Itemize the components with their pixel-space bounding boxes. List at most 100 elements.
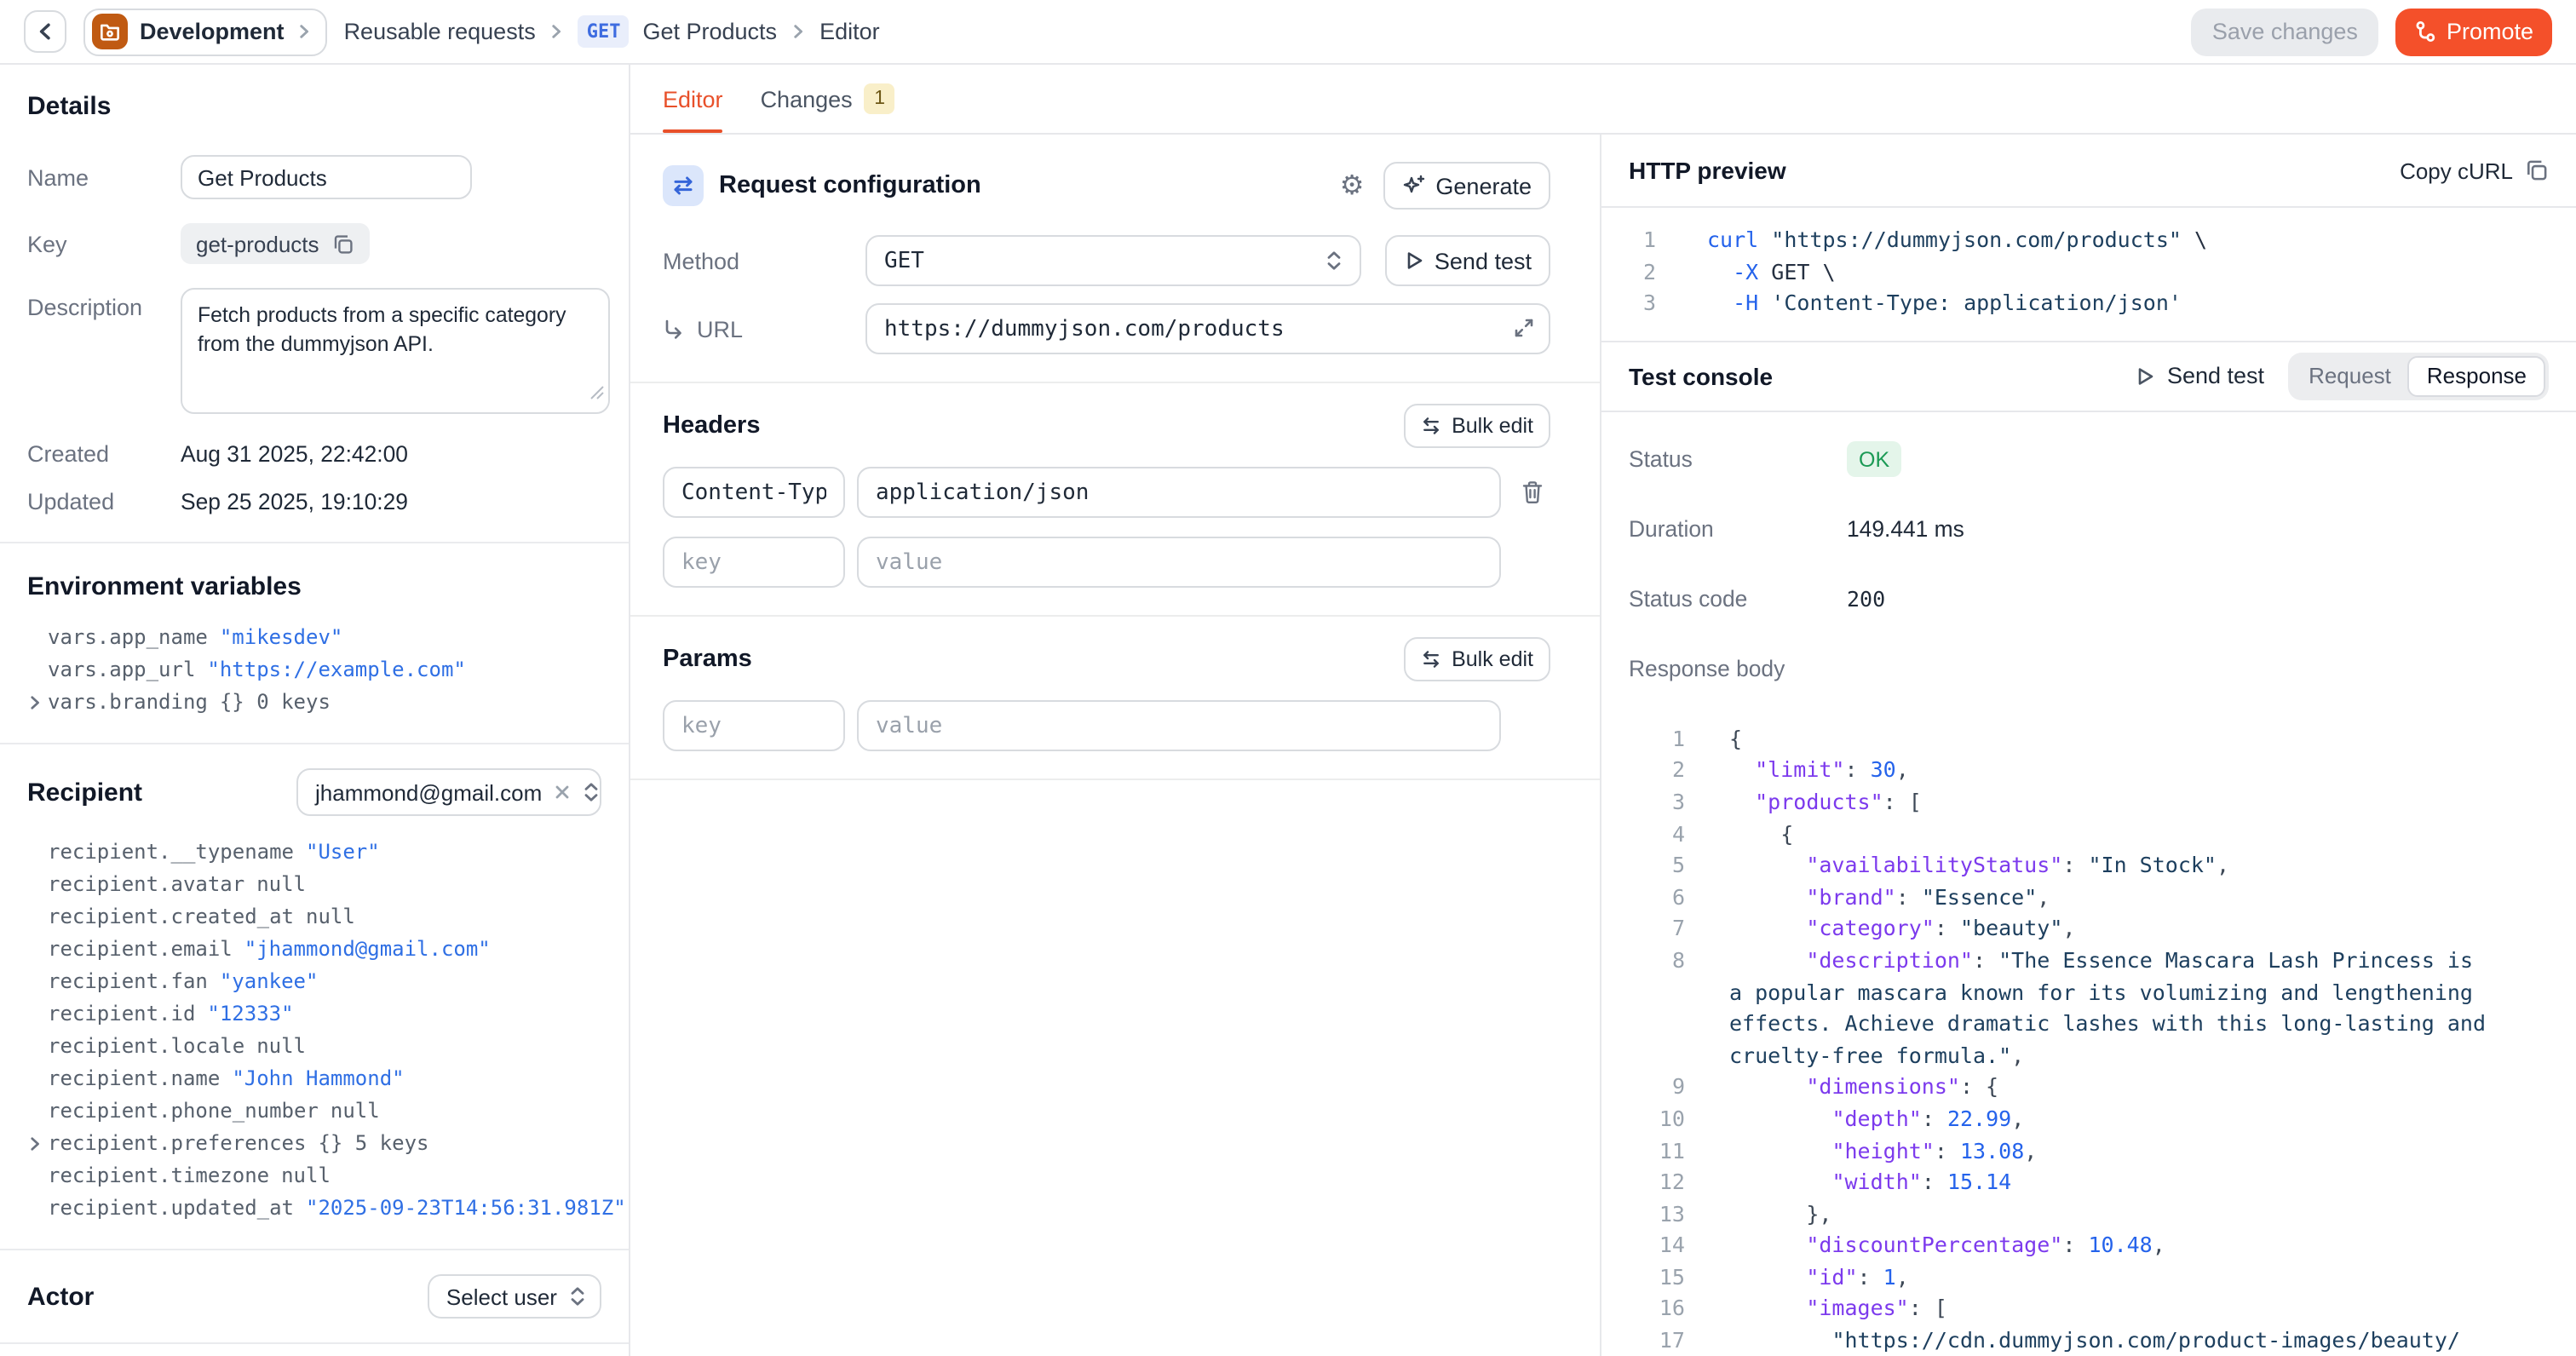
close-icon[interactable] [554, 784, 571, 801]
params-title: Params [663, 646, 752, 673]
tab-editor[interactable]: Editor [663, 65, 723, 133]
divider [0, 542, 629, 543]
url-row: URL [663, 303, 1550, 354]
code-line: 1curl "https://dummyjson.com/products" \ [1629, 225, 2549, 256]
method-select[interactable]: GET [865, 235, 1361, 286]
toggle-response[interactable]: Response [2408, 356, 2545, 397]
property-name: recipient.id [48, 998, 195, 1031]
back-button[interactable] [24, 10, 66, 53]
code-content: "id": 1, [1729, 1262, 2549, 1294]
tab-strip: Editor Changes 1 [630, 65, 2576, 135]
promote-button[interactable]: Promote [2395, 8, 2552, 55]
headers-title: Headers [663, 412, 760, 440]
description-textarea[interactable]: Fetch products from a specific category … [181, 288, 610, 414]
header-value-input[interactable] [857, 537, 1501, 588]
expander-chevron-icon[interactable] [27, 1136, 48, 1152]
generate-label: Generate [1435, 173, 1532, 198]
param-key-input[interactable] [663, 700, 845, 751]
method-label: Method [663, 248, 865, 273]
line-number: 14 [1629, 1231, 1685, 1262]
headers-section: Headers Bulk edit [630, 383, 1600, 617]
copy-curl-button[interactable]: Copy cURL [2400, 158, 2549, 183]
test-console-title: Test console [1629, 363, 2111, 390]
property-name: recipient.name [48, 1063, 220, 1095]
duration-value: 149.441 ms [1847, 517, 1964, 543]
tab-changes[interactable]: Changes 1 [761, 65, 895, 133]
expander-chevron-icon[interactable] [27, 695, 48, 710]
created-row: Created Aug 31 2025, 22:42:00 [27, 441, 601, 467]
property-value: null [256, 869, 306, 901]
header-row [663, 467, 1550, 518]
status-code-value: 200 [1847, 587, 1885, 612]
copy-key-button[interactable] [333, 233, 355, 255]
code-content: "height": 13.08, [1729, 1135, 2549, 1167]
property-row: recipient.updated_at"2025-09-23T14:56:31… [27, 1192, 601, 1225]
line-number: 16 [1629, 1294, 1685, 1325]
code-content: "images": [ [1729, 1294, 2549, 1325]
status-code-label: Status code [1629, 587, 1847, 612]
duration-row: Duration 149.441 ms [1629, 509, 2549, 550]
headers-bulk-edit-button[interactable]: Bulk edit [1404, 404, 1550, 448]
actor-select[interactable]: Select user [428, 1274, 601, 1319]
code-line: 2 -X GET \ [1629, 256, 2549, 288]
recipient-select[interactable]: jhammond@gmail.com [296, 768, 601, 816]
description-label: Description [27, 288, 181, 320]
breadcrumb-reusable-requests[interactable]: Reusable requests [344, 19, 536, 44]
gear-icon[interactable]: ⚙ [1337, 169, 1368, 203]
expand-icon[interactable] [1513, 317, 1535, 339]
recipient-properties-list: recipient.__typename"User"recipient.avat… [27, 836, 601, 1225]
main-body: Request configuration ⚙ Generate Method [630, 135, 2576, 1356]
console-send-test-button[interactable]: Send test [2135, 364, 2264, 389]
line-number: 13 [1629, 1198, 1685, 1230]
response-stats: Status OK Duration 149.441 ms Status cod… [1601, 412, 2576, 719]
property-row: recipient.phone_numbernull [27, 1095, 601, 1128]
tab-editor-label: Editor [663, 86, 723, 112]
params-section: Params Bulk edit [630, 617, 1600, 780]
details-title: Details [27, 92, 601, 121]
url-input[interactable] [865, 303, 1550, 354]
property-row: vars.app_name"mikesdev" [27, 622, 601, 654]
line-number: 5 [1629, 850, 1685, 882]
play-icon [1404, 250, 1424, 271]
promote-label: Promote [2447, 19, 2533, 44]
return-arrow-icon [663, 318, 685, 340]
header-key-input[interactable] [663, 537, 845, 588]
code-content: { [1729, 724, 2549, 756]
toggle-request[interactable]: Request [2291, 356, 2408, 397]
line-number: 2 [1629, 256, 1656, 288]
copy-icon [2525, 158, 2549, 182]
chevron-up-down-icon [583, 782, 600, 802]
params-bulk-edit-button[interactable]: Bulk edit [1404, 637, 1550, 681]
breadcrumb-request-name[interactable]: Get Products [642, 19, 777, 44]
status-label: Status [1629, 447, 1847, 473]
duration-label: Duration [1629, 517, 1847, 543]
code-line: 14 "discountPercentage": 10.48, [1629, 1231, 2549, 1262]
property-name: recipient.preferences [48, 1128, 306, 1160]
line-number: 11 [1629, 1135, 1685, 1167]
chevron-right-icon [549, 24, 565, 39]
trash-icon[interactable] [1521, 480, 1544, 504]
property-value: null [281, 1160, 331, 1192]
property-value: null [331, 1095, 380, 1128]
updated-label: Updated [27, 489, 181, 514]
save-changes-button[interactable]: Save changes [2192, 8, 2378, 55]
send-test-button[interactable]: Send test [1385, 235, 1550, 286]
details-section: Details Name Key get-products Descripti [0, 92, 629, 514]
key-badge: get-products [181, 223, 371, 264]
code-content: "category": "beauty", [1729, 914, 2549, 945]
code-line: 1{ [1629, 724, 2549, 756]
header-value-input[interactable] [857, 467, 1501, 518]
header-key-input[interactable] [663, 467, 845, 518]
generate-button[interactable]: Generate [1383, 162, 1550, 210]
name-input[interactable] [181, 155, 472, 199]
param-value-input[interactable] [857, 700, 1501, 751]
code-content: "brand": "Essence", [1729, 882, 2549, 914]
property-name: recipient.updated_at [48, 1192, 294, 1225]
property-name: recipient.__typename [48, 836, 294, 869]
property-value: "https://example.com" [207, 654, 465, 687]
workspace-switcher[interactable]: Development [83, 8, 327, 55]
created-label: Created [27, 441, 181, 467]
test-console-header: Test console Send test Request Response [1601, 342, 2576, 412]
breadcrumb-editor: Editor [819, 19, 880, 44]
promote-branch-icon [2414, 20, 2436, 43]
